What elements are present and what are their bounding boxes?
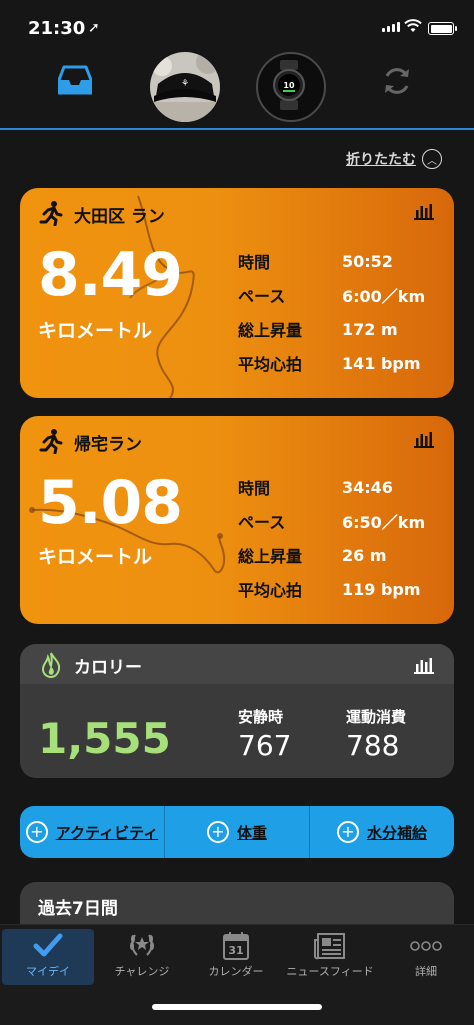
stat-row: 総上昇量 172 m [238,312,448,346]
stat-row: 総上昇量 26 m [238,538,448,572]
resting-label: 安静時 [238,708,284,726]
quick-add-bar: + アクティビティ + 体重 + 水分補給 [20,806,454,858]
active-calories: 運動消費 788 [346,706,406,762]
location-arrow-icon: ➚ [88,20,100,36]
flame-icon [40,652,62,679]
add-activity-button[interactable]: + アクティビティ [20,806,165,858]
stat-label: ペース [238,287,286,306]
calories-title: カロリー [74,658,142,678]
wifi-icon [404,18,422,37]
active-label: 運動消費 [346,708,407,726]
resting-calories: 安静時 767 [238,706,291,762]
tab-more[interactable]: 詳細 [380,929,472,985]
stat-label: 平均心拍 [238,581,303,600]
stat-row: ペース 6:00／km [238,278,448,312]
stat-row: ペース 6:50／km [238,504,448,538]
add-activity-label: アクティビティ [55,823,159,842]
add-hydration-label: 水分補給 [366,823,427,842]
watch-device-icon[interactable]: 10 [256,52,326,122]
avatar[interactable]: ⚘ [150,52,220,122]
distance-unit: キロメートル [38,320,153,342]
svg-text:⚘: ⚘ [181,79,189,89]
cellular-signal-icon [382,22,400,32]
stat-label: ペース [238,513,286,532]
status-time: 21:30 [28,18,86,39]
status-bar: 21:30 ➚ [0,0,474,52]
tab-label: マイデイ [26,965,70,978]
activity-card[interactable]: 大田区 ラン 8.49 キロメートル 時間 50:52 ペース 6:00／km 総上… [20,188,454,398]
stat-label: 時間 [238,479,271,498]
check-icon [33,929,63,963]
stat-value: 6:00／km [342,287,426,306]
activity-title: 大田区 ラン [74,207,165,227]
bar-chart-icon[interactable] [414,202,434,220]
stat-value: 50:52 [342,251,393,271]
svg-text:10: 10 [283,81,295,90]
distance-value: 5.08 [38,468,183,538]
stat-row: 平均心拍 119 bpm [238,572,448,606]
stat-label: 総上昇量 [238,321,303,340]
calendar-icon: 31 [222,929,250,963]
activity-stats: 時間 50:52 ペース 6:00／km 総上昇量 172 m 平均心拍 141 bpm [238,244,448,380]
inbox-icon[interactable] [57,64,93,96]
tab-indicator-line [0,128,474,130]
tab-my-day[interactable]: マイデイ [2,929,94,985]
top-navigation: ⚘ 10 [0,52,474,130]
stat-label: 平均心拍 [238,355,303,374]
distance-value: 8.49 [38,240,183,310]
activity-stats: 時間 34:46 ペース 6:50／km 総上昇量 26 m 平均心拍 119 bpm [238,470,448,606]
tab-label: ニュースフィード [286,965,374,978]
chevron-up-icon[interactable]: ︿ [422,149,442,169]
tab-challenges[interactable]: チャレンジ [96,929,188,985]
stat-value: 119 bpm [342,579,421,599]
bar-chart-icon[interactable] [414,430,434,448]
stat-value: 34:46 [342,477,393,497]
add-hydration-button[interactable]: + 水分補給 [310,806,454,858]
sync-icon[interactable] [380,64,414,98]
running-icon [38,428,64,455]
tab-calendar[interactable]: 31 カレンダー [190,929,282,985]
active-value: 788 [346,729,400,762]
running-icon [38,200,64,227]
add-weight-button[interactable]: + 体重 [165,806,310,858]
past-7-days-title: 過去7日間 [38,899,118,919]
distance-unit: キロメートル [38,546,153,568]
laurel-icon [125,929,159,963]
tab-label: チャレンジ [114,965,170,978]
plus-circle-icon: + [206,821,229,843]
stat-value: 26 m [342,545,387,565]
stat-label: 時間 [238,253,271,272]
more-icon [409,929,443,963]
stat-row: 平均心拍 141 bpm [238,346,448,380]
plus-circle-icon: + [336,821,359,843]
calories-card[interactable]: カロリー 1,555 安静時 767 運動消費 788 [20,644,454,778]
battery-icon [428,22,457,35]
activity-card[interactable]: 帰宅ラン 5.08 キロメートル 時間 34:46 ペース 6:50／km 総上昇量… [20,416,454,624]
stat-value: 6:50／km [342,513,426,532]
collapse-toggle[interactable]: 折りたたむ ︿ [346,148,442,170]
stat-row: 時間 34:46 [238,470,448,504]
bar-chart-icon[interactable] [414,656,434,674]
home-indicator[interactable] [152,1004,322,1010]
collapse-label[interactable]: 折りたたむ [346,149,416,169]
add-weight-label: 体重 [236,823,267,842]
calories-total: 1,555 [38,714,171,763]
activity-title: 帰宅ラン [74,435,142,455]
resting-value: 767 [238,729,292,762]
stat-value: 141 bpm [342,353,421,373]
calendar-day: 31 [228,944,244,957]
tab-label: 詳細 [415,965,437,978]
plus-circle-icon: + [25,821,48,843]
tab-label: カレンダー [208,965,264,978]
stat-value: 172 m [342,319,398,339]
tab-newsfeed[interactable]: ニュースフィード [284,929,376,985]
newspaper-icon [314,929,346,963]
stat-label: 総上昇量 [238,547,303,566]
stat-row: 時間 50:52 [238,244,448,278]
